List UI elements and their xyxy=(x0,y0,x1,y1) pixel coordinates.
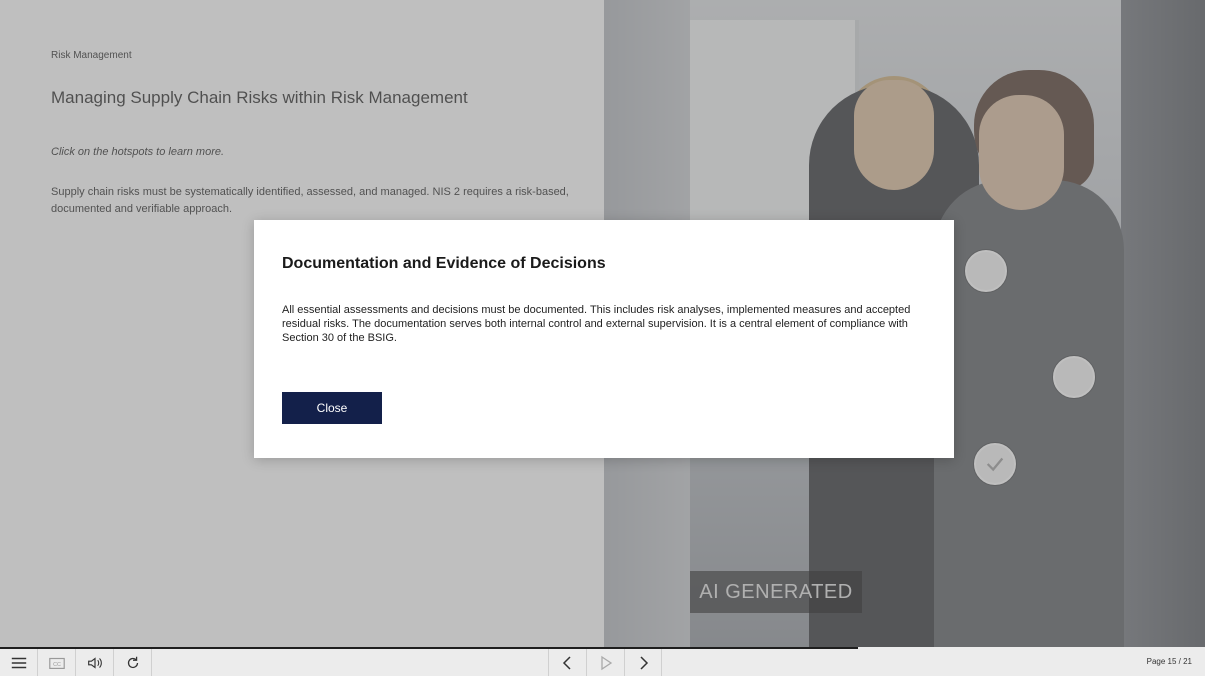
svg-text:CC: CC xyxy=(53,662,61,668)
dialog-title: Documentation and Evidence of Decisions xyxy=(282,255,606,272)
previous-button[interactable] xyxy=(549,649,586,676)
menu-button[interactable] xyxy=(0,649,38,676)
dialog-body: All essential assessments and decisions … xyxy=(282,304,911,344)
replay-icon xyxy=(127,656,138,668)
close-button[interactable]: Close xyxy=(282,392,382,424)
progress-bar xyxy=(858,647,1205,649)
audio-button[interactable] xyxy=(76,649,114,676)
player-toolbar: CC Page 15 / 21 xyxy=(0,647,1205,676)
hotspot-dialog: Documentation and Evidence of Decisions … xyxy=(254,220,954,458)
chevron-left-icon xyxy=(562,655,571,670)
next-button[interactable] xyxy=(624,649,661,676)
speaker-icon xyxy=(87,656,102,669)
captions-icon: CC xyxy=(48,657,65,669)
play-button[interactable] xyxy=(586,649,625,676)
slide-navigation xyxy=(548,649,662,676)
page-indicator: Page 15 / 21 xyxy=(1146,657,1192,666)
captions-button[interactable]: CC xyxy=(38,649,76,676)
play-icon xyxy=(600,655,612,670)
hamburger-menu-icon xyxy=(11,657,26,668)
replay-button[interactable] xyxy=(114,649,152,676)
chevron-right-icon xyxy=(639,655,648,670)
